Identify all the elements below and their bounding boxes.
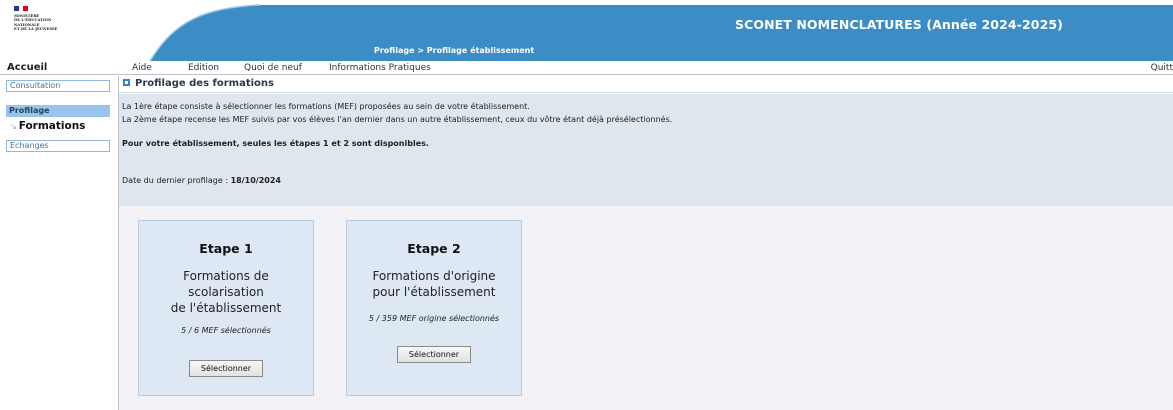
- sidebar: Consultation Profilage ↘ Formations Echan…: [0, 76, 116, 410]
- sidebar-item-echanges[interactable]: Echanges: [6, 140, 110, 152]
- info-line-2: La 2ème étape recense les MEF suivis par…: [122, 115, 673, 124]
- step-2-title: Etape 2: [407, 241, 461, 256]
- step-1-subtitle: Formations de scolarisation de l'établis…: [139, 268, 313, 316]
- main-content: Profilage des formations La 1ère étape c…: [118, 76, 1173, 410]
- sidebar-item-formations-label: Formations: [18, 120, 86, 132]
- step-1-title: Etape 1: [199, 241, 253, 256]
- app-title: SCONET NOMENCLATURES (Année 2024-2025): [734, 17, 1063, 32]
- step-2-subtitle-line: pour l'établissement: [372, 285, 496, 299]
- breadcrumb: Profilage > Profilage établissement: [374, 46, 535, 55]
- step-1-card: Etape 1 Formations de scolarisation de l…: [138, 220, 314, 396]
- arrow-icon: ↘: [10, 122, 17, 131]
- sidebar-item-consultation[interactable]: Consultation: [6, 80, 110, 92]
- menu-aide[interactable]: Aide: [132, 63, 152, 73]
- step-2-subtitle: Formations d'origine pour l'établissemen…: [347, 268, 521, 300]
- step-1-count: 5 / 6 MEF sélectionnés: [181, 326, 271, 335]
- last-date-label: Date du dernier profilage :: [122, 176, 231, 185]
- header: Ministère de l'Éducation nationale et de…: [0, 0, 1173, 61]
- step-1-subtitle-line: scolarisation: [188, 285, 264, 299]
- info-panel: La 1ère étape consiste à sélectionner le…: [119, 94, 1173, 206]
- section-icon: [123, 79, 130, 86]
- last-date-value: 18/10/2024: [230, 176, 281, 185]
- step-1-select-button[interactable]: Sélectionner: [188, 360, 264, 377]
- menu-bar: Accueil Aide Edition Quoi de neuf Inform…: [0, 61, 1173, 75]
- info-line-3: Pour votre établissement, seules les éta…: [122, 139, 429, 148]
- section-header: Profilage des formations: [119, 76, 1173, 93]
- step-2-select-button[interactable]: Sélectionner: [396, 346, 472, 363]
- step-2-card: Etape 2 Formations d'origine pour l'étab…: [346, 220, 522, 396]
- info-line-1: La 1ère étape consiste à sélectionner le…: [122, 102, 530, 111]
- menu-edition[interactable]: Edition: [188, 63, 219, 73]
- step-1-subtitle-line: Formations de: [183, 269, 269, 283]
- logo-line-4: et de la Jeunesse: [14, 26, 58, 31]
- ministry-logo: Ministère de l'Éducation nationale et de…: [14, 6, 74, 50]
- sidebar-item-profilage[interactable]: Profilage: [6, 105, 110, 117]
- last-profiling-date: Date du dernier profilage : 18/10/2024: [122, 174, 1173, 187]
- step-2-count: 5 / 359 MEF origine sélectionnés: [368, 314, 500, 323]
- flag-icon: [14, 6, 29, 11]
- menu-quit[interactable]: Quitt: [1151, 63, 1173, 73]
- menu-home[interactable]: Accueil: [7, 62, 47, 73]
- step-1-subtitle-line: de l'établissement: [170, 301, 282, 315]
- section-title: Profilage des formations: [135, 78, 274, 89]
- step-2-subtitle-line: Formations d'origine: [372, 269, 496, 283]
- menu-quoi-de-neuf[interactable]: Quoi de neuf: [244, 63, 302, 73]
- sidebar-item-formations[interactable]: ↘ Formations: [10, 120, 85, 132]
- menu-informations-pratiques[interactable]: Informations Pratiques: [329, 63, 431, 73]
